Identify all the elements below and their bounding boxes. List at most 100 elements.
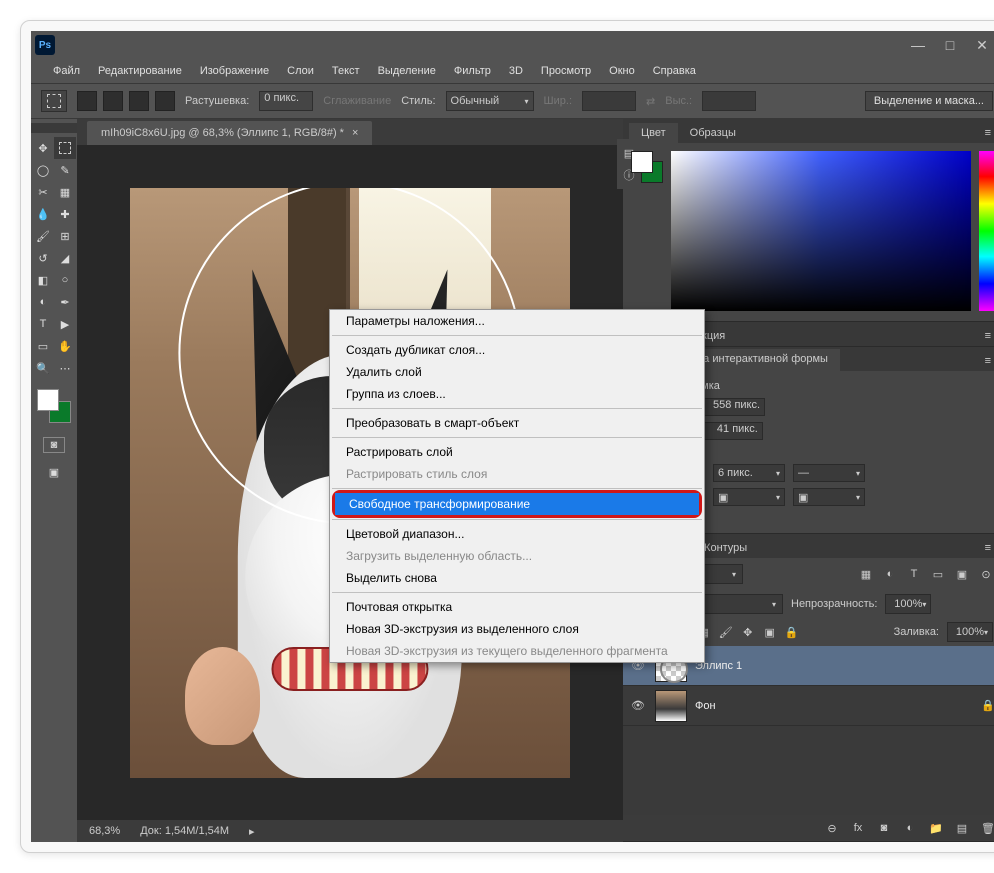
lock-all-icon[interactable]: 🔒: [785, 625, 799, 639]
menu-3d[interactable]: 3D: [501, 62, 531, 80]
pen-tool[interactable]: ✒: [54, 291, 76, 313]
sel-add[interactable]: [103, 91, 123, 111]
visibility-icon[interactable]: 👁: [631, 699, 647, 712]
context-menu-item[interactable]: Выделить снова: [330, 567, 704, 589]
select-mask-button[interactable]: Выделение и маска...: [865, 91, 993, 111]
y-value[interactable]: 41 пикс.: [699, 422, 763, 440]
foreground-swatch[interactable]: [37, 389, 59, 411]
quick-select-tool[interactable]: ✎: [54, 159, 76, 181]
toolbox-grip[interactable]: [31, 123, 77, 133]
blur-tool[interactable]: ○: [54, 269, 76, 291]
document-tab[interactable]: mIh09iC8x6U.jpg @ 68,3% (Эллипс 1, RGB/8…: [87, 121, 372, 145]
minimize-button[interactable]: —: [911, 38, 925, 52]
menu-window[interactable]: Окно: [601, 62, 643, 80]
tool-preset[interactable]: [41, 90, 67, 112]
context-menu-item[interactable]: Почтовая открытка: [330, 596, 704, 618]
context-menu-item[interactable]: Растрировать слой: [330, 441, 704, 463]
color-field[interactable]: [671, 151, 971, 311]
toolbox: ✥ ◯✎ ✂▦ 💧✚ 🖌⊞ ↺◢ ◧○ ◐✒ T▶ ▭✋ 🔍⋯ ◙ ▣: [31, 119, 77, 842]
type-tool[interactable]: T: [32, 313, 54, 335]
screen-mode[interactable]: ▣: [43, 461, 65, 483]
shape-tool[interactable]: ▭: [32, 335, 54, 357]
menu-layer[interactable]: Слои: [279, 62, 322, 80]
context-menu-item: Загрузить выделенную область...: [330, 545, 704, 567]
move-tool[interactable]: ✥: [32, 137, 54, 159]
color-swatches[interactable]: [37, 389, 71, 423]
context-menu-item[interactable]: Цветовой диапазон...: [330, 523, 704, 545]
menu-select[interactable]: Выделение: [370, 62, 444, 80]
context-menu-item[interactable]: Преобразовать в смарт-объект: [330, 412, 704, 434]
frame-tool[interactable]: ▦: [54, 181, 76, 203]
lasso-tool[interactable]: ◯: [32, 159, 54, 181]
layer-background[interactable]: 👁 Фон 🔒: [623, 686, 994, 726]
menu-file[interactable]: Файл: [45, 62, 88, 80]
path-select-tool[interactable]: ▶: [54, 313, 76, 335]
status-chevron-icon[interactable]: ▸: [249, 825, 255, 838]
lock-position-icon[interactable]: ✥: [741, 625, 755, 639]
hand-tool[interactable]: ✋: [54, 335, 76, 357]
antialias-checkbox: Сглаживание: [323, 95, 391, 107]
eyedropper-tool[interactable]: 💧: [32, 203, 54, 225]
edit-toolbar[interactable]: ⋯: [54, 357, 76, 379]
marquee-tool[interactable]: [54, 137, 76, 159]
maximize-button[interactable]: □: [943, 38, 957, 52]
cm-free-transform[interactable]: Свободное трансформирование: [330, 490, 704, 518]
tab-close-icon[interactable]: ×: [352, 127, 358, 139]
close-button[interactable]: ✕: [975, 38, 989, 52]
fill-value[interactable]: 100%▾: [947, 622, 993, 642]
stroke-width[interactable]: 6 пикс.▾: [713, 464, 785, 482]
width-value[interactable]: 558 пикс.: [701, 398, 765, 416]
crop-tool[interactable]: ✂: [32, 181, 54, 203]
filter-type-icon[interactable]: T: [907, 567, 921, 581]
history-brush-tool[interactable]: ↺: [32, 247, 54, 269]
sel-intersect[interactable]: [155, 91, 175, 111]
filter-adjust-icon[interactable]: ◐: [883, 567, 897, 581]
context-menu-item[interactable]: Параметры наложения...: [330, 310, 704, 332]
panel-menu-icon[interactable]: ≡: [979, 123, 994, 143]
layer-name[interactable]: Фон: [695, 700, 716, 712]
brush-tool[interactable]: 🖌: [32, 225, 54, 247]
feather-input[interactable]: 0 пикс.: [259, 91, 313, 111]
zoom-tool[interactable]: 🔍: [32, 357, 54, 379]
dodge-tool[interactable]: ◐: [32, 291, 54, 313]
context-menu-item[interactable]: Удалить слой: [330, 361, 704, 383]
opacity-value[interactable]: 100%▾: [885, 594, 931, 614]
sel-new[interactable]: [77, 91, 97, 111]
zoom-level[interactable]: 68,3%: [89, 825, 120, 837]
heal-tool[interactable]: ✚: [54, 203, 76, 225]
corner-select[interactable]: ▣▾: [793, 488, 865, 506]
lock-icon[interactable]: 🔒: [981, 699, 994, 712]
tab-swatches[interactable]: Образцы: [678, 123, 748, 143]
layer-thumb[interactable]: [655, 690, 687, 722]
style-select[interactable]: Обычный▾: [446, 91, 534, 111]
sel-subtract[interactable]: [129, 91, 149, 111]
filter-toggle-icon[interactable]: ⊙: [979, 567, 993, 581]
stamp-tool[interactable]: ⊞: [54, 225, 76, 247]
filter-shape-icon[interactable]: ▭: [931, 567, 945, 581]
panel-menu-icon[interactable]: ≡: [979, 538, 994, 558]
hue-slider[interactable]: [979, 151, 994, 311]
menu-edit[interactable]: Редактирование: [90, 62, 190, 80]
menu-view[interactable]: Просмотр: [533, 62, 599, 80]
lock-pixels-icon[interactable]: 🖌: [719, 625, 733, 639]
panel-swatches[interactable]: [631, 151, 663, 183]
align-select[interactable]: ▣▾: [713, 488, 785, 506]
context-menu-item[interactable]: Группа из слоев...: [330, 383, 704, 405]
menu-image[interactable]: Изображение: [192, 62, 277, 80]
filter-smart-icon[interactable]: ▣: [955, 567, 969, 581]
eraser-tool[interactable]: ◢: [54, 247, 76, 269]
panel-menu-icon[interactable]: ≡: [979, 351, 994, 371]
titlebar: Ps — □ ✕: [31, 31, 994, 59]
panel-menu-icon[interactable]: ≡: [979, 326, 994, 346]
menu-filter[interactable]: Фильтр: [446, 62, 499, 80]
menu-help[interactable]: Справка: [645, 62, 704, 80]
quickmask-toggle[interactable]: ◙: [43, 437, 65, 453]
stroke-type[interactable]: —▾: [793, 464, 865, 482]
context-menu-item[interactable]: Создать дубликат слоя...: [330, 339, 704, 361]
context-menu-item[interactable]: Новая 3D-экструзия из выделенного слоя: [330, 618, 704, 640]
lock-artboard-icon[interactable]: ▣: [763, 625, 777, 639]
menu-text[interactable]: Текст: [324, 62, 368, 80]
gradient-tool[interactable]: ◧: [32, 269, 54, 291]
color-panel: Цвет Образцы ≡: [623, 119, 994, 322]
filter-pixel-icon[interactable]: ▦: [859, 567, 873, 581]
